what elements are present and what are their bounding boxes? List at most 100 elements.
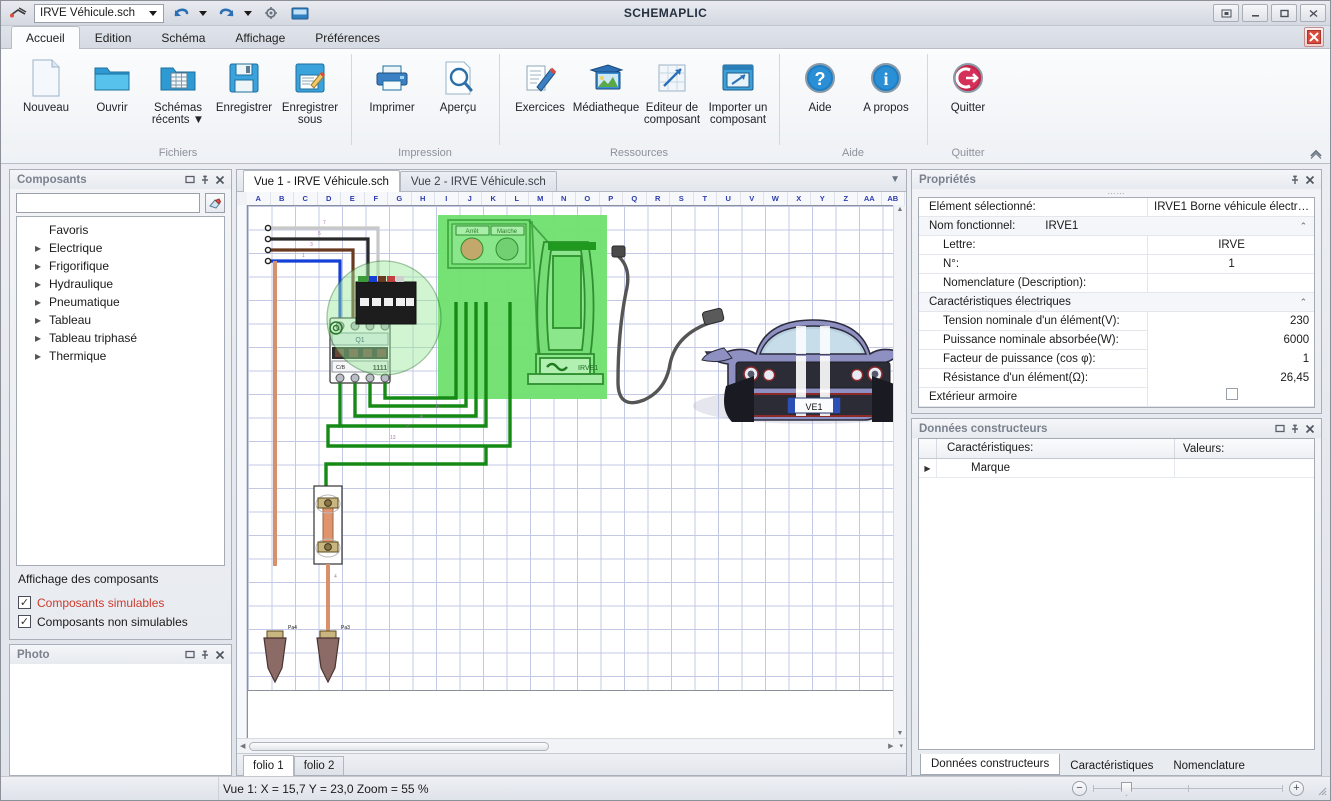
restore-down-button[interactable]: [1213, 4, 1239, 22]
panel-restore-button[interactable]: [182, 647, 197, 662]
checkbox-row-simulables[interactable]: ✓ Composants simulables: [18, 593, 225, 612]
document-tab-vue-2[interactable]: Vue 2 - IRVE Véhicule.sch: [400, 171, 557, 191]
property-row-exterieur-armoire[interactable]: Extérieur armoire: [919, 388, 1315, 407]
ribbon-button-mediatheque[interactable]: Médiatheque: [573, 55, 639, 114]
panel-pin-button[interactable]: [197, 172, 212, 187]
hscroll-thumb[interactable]: [249, 742, 549, 751]
chevron-right-icon[interactable]: ▸: [35, 349, 49, 363]
panel-close-button[interactable]: [212, 647, 227, 662]
panel-restore-button[interactable]: [1272, 421, 1287, 436]
column-header-valeurs[interactable]: Valeurs:: [1175, 443, 1314, 455]
settings-gear-icon[interactable]: [259, 3, 283, 24]
ribbon-button-schemas-recents[interactable]: Schémas récents ▼: [145, 55, 211, 126]
ribbon-button-enregistrer[interactable]: Enregistrer: [211, 55, 277, 114]
column-header-caracteristiques[interactable]: Caractéristiques:: [937, 439, 1175, 458]
property-row-nomenclature[interactable]: Nomenclature (Description):: [919, 274, 1315, 293]
tab-nomenclature[interactable]: Nomenclature: [1163, 755, 1255, 775]
panel-pin-button[interactable]: [1287, 172, 1302, 187]
ribbon-button-nouveau[interactable]: Nouveau: [13, 55, 79, 114]
document-tab-vue-1[interactable]: Vue 1 - IRVE Véhicule.sch: [243, 170, 400, 192]
property-value[interactable]: 230: [1147, 312, 1315, 331]
tree-item-pneumatique[interactable]: ▸ Pneumatique: [17, 293, 224, 311]
checkbox-simulables[interactable]: ✓: [18, 596, 31, 609]
property-row-facteur-de-puissance[interactable]: Facteur de puissance (cos φ): 1: [919, 350, 1315, 369]
ribbon-button-editeur-de-composant[interactable]: Editeur de composant: [639, 55, 705, 126]
redo-dropdown-button[interactable]: [241, 3, 254, 24]
zoom-slider-thumb[interactable]: [1121, 782, 1132, 796]
minimize-button[interactable]: [1242, 4, 1268, 22]
scroll-left-arrow-icon[interactable]: ◀: [240, 741, 245, 751]
ribbon-tab-preferences[interactable]: Préférences: [300, 27, 395, 48]
cell-characteristic[interactable]: Marque: [937, 459, 1175, 477]
chevron-right-icon[interactable]: ▸: [35, 241, 49, 255]
screen-view-icon[interactable]: [288, 3, 312, 24]
tree-item-electrique[interactable]: ▸ Electrique: [17, 239, 224, 257]
checkbox-exterieur-armoire[interactable]: [1226, 388, 1238, 400]
tree-item-tableau-triphase[interactable]: ▸ Tableau triphasé: [17, 329, 224, 347]
panel-resize-grip[interactable]: ⋯⋯: [912, 189, 1321, 197]
folio-tab-1[interactable]: folio 1: [243, 755, 294, 776]
ribbon-button-imprimer[interactable]: Imprimer: [359, 55, 425, 114]
property-row-puissance-nominale[interactable]: Puissance nominale absorbée(W): 6000: [919, 331, 1315, 350]
schematic-drawing[interactable]: 7 5 3 1: [248, 206, 893, 691]
ribbon-button-aide[interactable]: ? Aide: [787, 55, 853, 114]
ribbon-tab-schema[interactable]: Schéma: [146, 27, 220, 48]
ribbon-button-importer-un-composant[interactable]: Importer un composant: [705, 55, 771, 126]
search-input[interactable]: [16, 193, 200, 213]
chevron-right-icon[interactable]: ▸: [35, 295, 49, 309]
undo-dropdown-button[interactable]: [196, 3, 209, 24]
schematic-canvas[interactable]: 7 5 3 1: [247, 205, 893, 738]
ribbon-button-a-propos[interactable]: i A propos: [853, 55, 919, 114]
property-row-lettre[interactable]: Lettre: IRVE: [919, 236, 1315, 255]
property-value[interactable]: IRVE: [1147, 236, 1315, 255]
property-group-caracteristiques-electriques[interactable]: Caractéristiques électriques ⌃: [919, 293, 1315, 312]
property-group-nom-fonctionnel[interactable]: Nom fonctionnel: IRVE1 ⌃: [919, 217, 1315, 236]
chevron-up-icon[interactable]: ⌃: [1300, 297, 1315, 308]
zoom-out-button[interactable]: −: [1072, 781, 1087, 796]
component-tree[interactable]: Favoris ▸ Electrique ▸ Frigorifique ▸ Hy…: [16, 216, 225, 566]
ribbon-button-exercices[interactable]: Exercices: [507, 55, 573, 114]
scroll-menu-icon[interactable]: ▾: [899, 741, 903, 751]
schematic-sheet[interactable]: 7 5 3 1: [248, 206, 893, 691]
property-value[interactable]: [1147, 274, 1315, 293]
tab-donnees-constructeurs[interactable]: Données constructeurs: [920, 754, 1060, 775]
chevron-right-icon[interactable]: ▸: [35, 331, 49, 345]
panel-close-button[interactable]: [1302, 421, 1317, 436]
panel-restore-button[interactable]: [182, 172, 197, 187]
ribbon-button-apercu[interactable]: Aperçu: [425, 55, 491, 114]
panel-close-button[interactable]: [212, 172, 227, 187]
tree-item-thermique[interactable]: ▸ Thermique: [17, 347, 224, 365]
file-name-combobox[interactable]: IRVE Véhicule.sch: [34, 4, 164, 23]
scroll-right-arrow-icon[interactable]: ▶: [888, 741, 893, 751]
property-value[interactable]: 1: [1147, 350, 1315, 369]
close-document-button[interactable]: [1304, 27, 1324, 47]
window-resize-grip[interactable]: [1316, 785, 1327, 798]
scroll-up-arrow-icon[interactable]: ▲: [897, 205, 904, 214]
checkbox-row-non-simulables[interactable]: ✓ Composants non simulables: [18, 612, 225, 631]
folio-tab-2[interactable]: folio 2: [294, 756, 345, 775]
tree-item-hydraulique[interactable]: ▸ Hydraulique: [17, 275, 224, 293]
undo-button[interactable]: [169, 3, 193, 24]
maximize-button[interactable]: [1271, 4, 1297, 22]
ribbon-button-ouvrir[interactable]: Ouvrir: [79, 55, 145, 114]
chevron-up-icon[interactable]: ⌃: [1300, 221, 1315, 232]
panel-close-button[interactable]: [1302, 172, 1317, 187]
property-row-element-selectionne[interactable]: Elément sélectionné: IRVE1 Borne véhicul…: [919, 198, 1315, 217]
panel-pin-button[interactable]: [1287, 421, 1302, 436]
chevron-right-icon[interactable]: ▸: [35, 259, 49, 273]
zoom-slider-track[interactable]: [1093, 788, 1283, 789]
tree-item-tableau[interactable]: ▸ Tableau: [17, 311, 224, 329]
clear-search-eraser-icon[interactable]: [205, 193, 225, 213]
tree-item-favoris[interactable]: Favoris: [17, 221, 224, 239]
checkbox-non-simulables[interactable]: ✓: [18, 615, 31, 628]
property-value[interactable]: 1: [1147, 255, 1315, 274]
property-value[interactable]: 26,45: [1147, 369, 1315, 388]
chevron-right-icon[interactable]: ▸: [35, 313, 49, 327]
property-row-resistance[interactable]: Résistance d'un élément(Ω): 26,45: [919, 369, 1315, 388]
chevron-right-icon[interactable]: ▸: [35, 277, 49, 291]
properties-grid[interactable]: Elément sélectionné: IRVE1 Borne véhicul…: [918, 197, 1315, 408]
redo-button[interactable]: [214, 3, 238, 24]
ribbon-tab-affichage[interactable]: Affichage: [220, 27, 300, 48]
property-value-checkbox-cell[interactable]: [1147, 388, 1315, 407]
property-row-numero[interactable]: N°: 1: [919, 255, 1315, 274]
